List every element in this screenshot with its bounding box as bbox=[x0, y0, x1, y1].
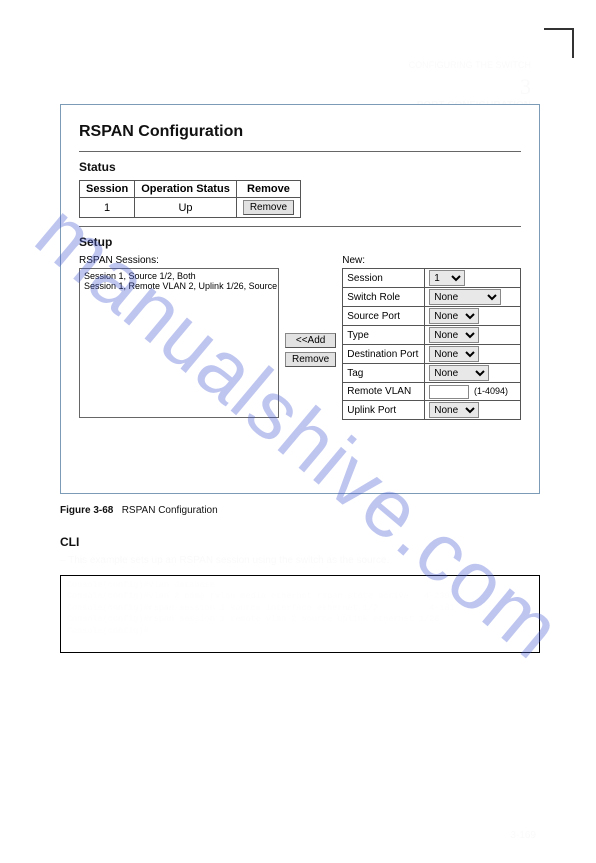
figure-caption-text: RSPAN Configuration bbox=[122, 505, 218, 516]
status-row: 1 Up Remove bbox=[80, 198, 301, 218]
uplink-port-select[interactable]: None bbox=[429, 402, 479, 418]
field-label-session: Session bbox=[343, 269, 425, 288]
tag-select[interactable]: None bbox=[429, 365, 489, 381]
chapter-number: 3 bbox=[520, 74, 531, 99]
remote-vlan-hint: (1-4094) bbox=[474, 386, 508, 396]
status-col-session: Session bbox=[80, 181, 135, 198]
cli-line: Console(config)#vlan 2 name rvlan media … bbox=[67, 591, 450, 601]
sessions-list-label: RSPAN Sessions: bbox=[79, 255, 279, 266]
cli-line: Console(config)#rspan session 1 remote v… bbox=[67, 614, 439, 624]
type-select[interactable]: None bbox=[429, 327, 479, 343]
sessions-listbox[interactable]: Session 1, Source 1/2, Both Session 1, R… bbox=[79, 268, 279, 418]
cli-line: Console(config)#rspan session 1 source i… bbox=[67, 603, 455, 613]
switch-role-select[interactable]: None bbox=[429, 289, 501, 305]
field-label-sourceport: Source Port bbox=[343, 307, 425, 326]
remove-button[interactable]: Remove bbox=[285, 352, 336, 367]
cli-line: Console(config)#vlan database bbox=[67, 580, 215, 590]
status-col-remove: Remove bbox=[236, 181, 300, 198]
figure-number: Figure 3-68 bbox=[60, 505, 113, 516]
source-port-select[interactable]: None bbox=[429, 308, 479, 324]
sessions-item[interactable]: Session 1, Remote VLAN 2, Uplink 1/26, S… bbox=[84, 281, 274, 291]
divider bbox=[79, 151, 521, 152]
remote-vlan-input[interactable] bbox=[429, 385, 469, 399]
status-table: Session Operation Status Remove 1 Up Rem… bbox=[79, 180, 301, 218]
rspan-config-panel: RSPAN Configuration Status Session Opera… bbox=[60, 104, 540, 494]
cli-description: – This example sets up an RSPAN session … bbox=[60, 555, 540, 566]
status-opstatus-value: Up bbox=[135, 198, 237, 218]
field-label-remotevlan: Remote VLAN bbox=[343, 383, 425, 401]
divider bbox=[79, 226, 521, 227]
sessions-item[interactable]: Session 1, Source 1/2, Both bbox=[84, 271, 274, 281]
status-heading: Status bbox=[79, 160, 521, 174]
remove-session-button[interactable]: Remove bbox=[243, 200, 294, 215]
page-number: 3-169 bbox=[510, 830, 536, 841]
figure-caption: Figure 3-68 RSPAN Configuration bbox=[60, 505, 540, 516]
status-col-opstatus: Operation Status bbox=[135, 181, 237, 198]
setup-heading: Setup bbox=[79, 235, 521, 249]
new-form-label: New: bbox=[342, 255, 521, 266]
add-button[interactable]: <<Add bbox=[285, 333, 336, 348]
field-label-destport: Destination Port bbox=[343, 345, 425, 364]
field-label-switchrole: Switch Role bbox=[343, 288, 425, 307]
field-label-uplinkport: Uplink Port bbox=[343, 401, 425, 420]
cli-output-box: Console(config)#vlan database Console(co… bbox=[60, 575, 540, 653]
field-label-type: Type bbox=[343, 326, 425, 345]
cli-line: Console(config)# bbox=[67, 626, 149, 636]
chapter-title: CONFIGURING THE SWITCH bbox=[409, 60, 531, 70]
page-corner-mark bbox=[544, 28, 574, 58]
dest-port-select[interactable]: None bbox=[429, 346, 479, 362]
panel-title: RSPAN Configuration bbox=[79, 123, 521, 141]
field-label-tag: Tag bbox=[343, 364, 425, 383]
new-form-table: Session 1 Switch Role None Source Port N… bbox=[342, 268, 521, 420]
session-select[interactable]: 1 bbox=[429, 270, 465, 286]
status-session-value: 1 bbox=[80, 198, 135, 218]
cli-heading: CLI bbox=[60, 535, 79, 549]
